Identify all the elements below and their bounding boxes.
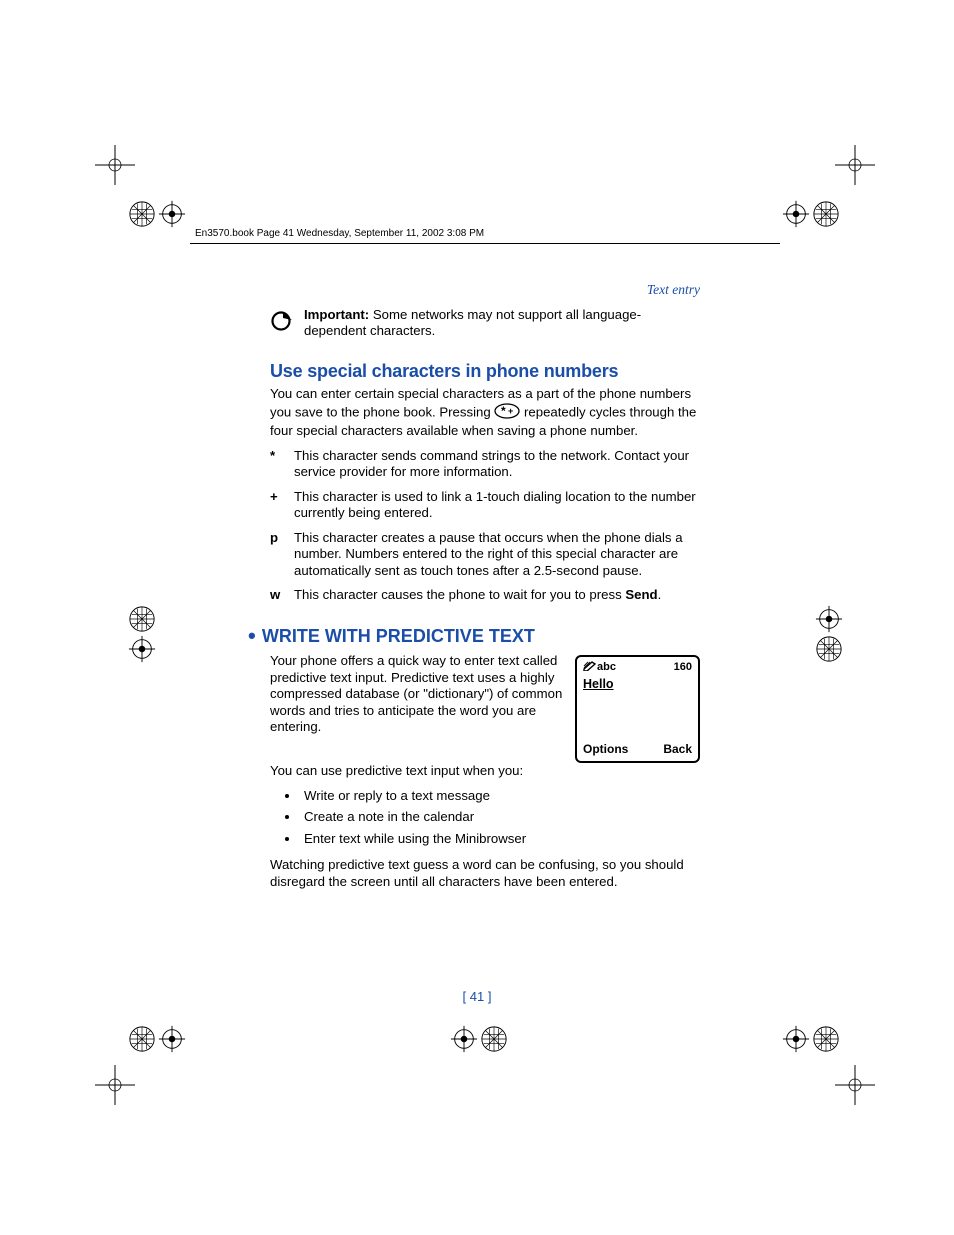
predictive-section: abc 160 Hello Options Back Your phone of… xyxy=(270,653,700,763)
reg-marks-bl xyxy=(128,1025,186,1053)
char-sym: w xyxy=(270,587,294,604)
phone-text: Hello xyxy=(583,677,692,693)
phone-mode-text: abc xyxy=(597,661,616,673)
char-row-p: p This character creates a pause that oc… xyxy=(270,530,700,580)
section-label: Text entry xyxy=(270,282,700,299)
para-special-1: You can enter certain special characters… xyxy=(270,386,700,440)
reg-marks-br xyxy=(782,1025,840,1053)
char-w-bold: Send xyxy=(625,587,657,602)
svg-text:+: + xyxy=(508,406,513,416)
heading-predictive-text: WRITE WITH PREDICTIVE TEXT xyxy=(262,626,535,646)
important-text: Important: Some networks may not support… xyxy=(304,307,700,340)
pencil-icon xyxy=(583,661,597,671)
char-row-asterisk: * This character sends command strings t… xyxy=(270,448,700,481)
char-w-post: . xyxy=(658,587,662,602)
bullet-icon: • xyxy=(248,623,262,648)
reg-marks-tr xyxy=(782,200,840,228)
list-item: Enter text while using the Minibrowser xyxy=(300,831,700,848)
svg-text:*: * xyxy=(501,404,506,418)
para-predict-2: You can use predictive text input when y… xyxy=(270,763,700,780)
important-note: Important: Some networks may not support… xyxy=(270,307,700,348)
header-rule xyxy=(190,243,780,244)
phone-mode: abc xyxy=(583,661,616,675)
heading-predictive: • WRITE WITH PREDICTIVE TEXT xyxy=(248,622,700,650)
list-item: Write or reply to a text message xyxy=(300,788,700,805)
phone-count: 160 xyxy=(674,661,692,675)
phone-screen: abc 160 Hello Options Back xyxy=(575,655,700,763)
list-item: Create a note in the calendar xyxy=(300,809,700,826)
char-desc: This character creates a pause that occu… xyxy=(294,530,700,580)
phone-softkey-right: Back xyxy=(663,742,692,757)
crop-mark-bl xyxy=(95,1065,135,1105)
header-meta: En3570.book Page 41 Wednesday, September… xyxy=(195,228,484,239)
page-content: Text entry Important: Some networks may … xyxy=(270,282,700,898)
reg-marks-ml xyxy=(128,605,156,663)
reg-marks-tl xyxy=(128,200,186,228)
char-row-w: w This character causes the phone to wai… xyxy=(270,587,700,604)
asterisk-key-icon: *+ xyxy=(494,403,520,424)
char-sym: p xyxy=(270,530,294,580)
crop-mark-br xyxy=(835,1065,875,1105)
page-number: [ 41 ] xyxy=(0,989,954,1004)
heading-special-chars: Use special characters in phone numbers xyxy=(270,360,700,383)
char-row-plus: + This character is used to link a 1-tou… xyxy=(270,489,700,522)
char-desc: This character is used to link a 1-touch… xyxy=(294,489,700,522)
crop-mark-tl xyxy=(95,145,135,185)
char-sym: * xyxy=(270,448,294,481)
char-desc: This character causes the phone to wait … xyxy=(294,587,700,604)
reg-marks-bm xyxy=(450,1025,508,1053)
reg-marks-mr xyxy=(815,605,843,663)
phone-softkey-left: Options xyxy=(583,742,628,757)
special-char-table: * This character sends command strings t… xyxy=(270,448,700,604)
important-icon xyxy=(270,309,294,333)
char-sym: + xyxy=(270,489,294,522)
para-predict-3: Watching predictive text guess a word ca… xyxy=(270,857,700,890)
predict-usage-list: Write or reply to a text message Create … xyxy=(270,788,700,848)
char-w-pre: This character causes the phone to wait … xyxy=(294,587,625,602)
char-desc: This character sends command strings to … xyxy=(294,448,700,481)
crop-mark-tr xyxy=(835,145,875,185)
important-label: Important: xyxy=(304,307,369,322)
